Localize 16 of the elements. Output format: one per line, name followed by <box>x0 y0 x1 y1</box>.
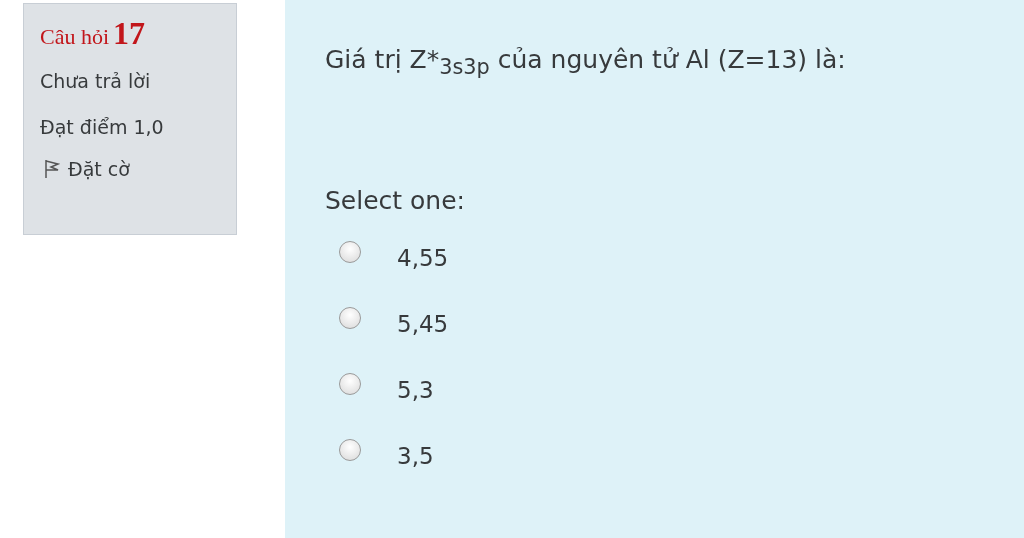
radio-button[interactable] <box>339 439 361 462</box>
flag-button[interactable]: Đặt cờ <box>40 158 130 180</box>
radio-button[interactable] <box>339 241 361 264</box>
option-label[interactable]: 5,45 <box>397 311 449 338</box>
radio-button[interactable] <box>339 307 361 330</box>
option-label[interactable]: 4,55 <box>397 245 449 272</box>
option-label[interactable]: 5,3 <box>397 377 434 404</box>
option-label[interactable]: 3,5 <box>397 443 434 470</box>
question-text: Giá trị Z*$_{3s3p}$ của nguyên tử Al (Z=13) là: <box>325 44 847 81</box>
question-status: Chưa trả lời <box>40 69 152 94</box>
flag-icon <box>44 159 60 179</box>
radio-button[interactable] <box>339 373 361 396</box>
select-prompt: Select one: <box>325 186 466 216</box>
question-number: 17 <box>113 18 146 48</box>
question-mark: Đạt điểm 1,0 <box>40 115 165 140</box>
question-label: Câu hỏi <box>40 24 110 50</box>
